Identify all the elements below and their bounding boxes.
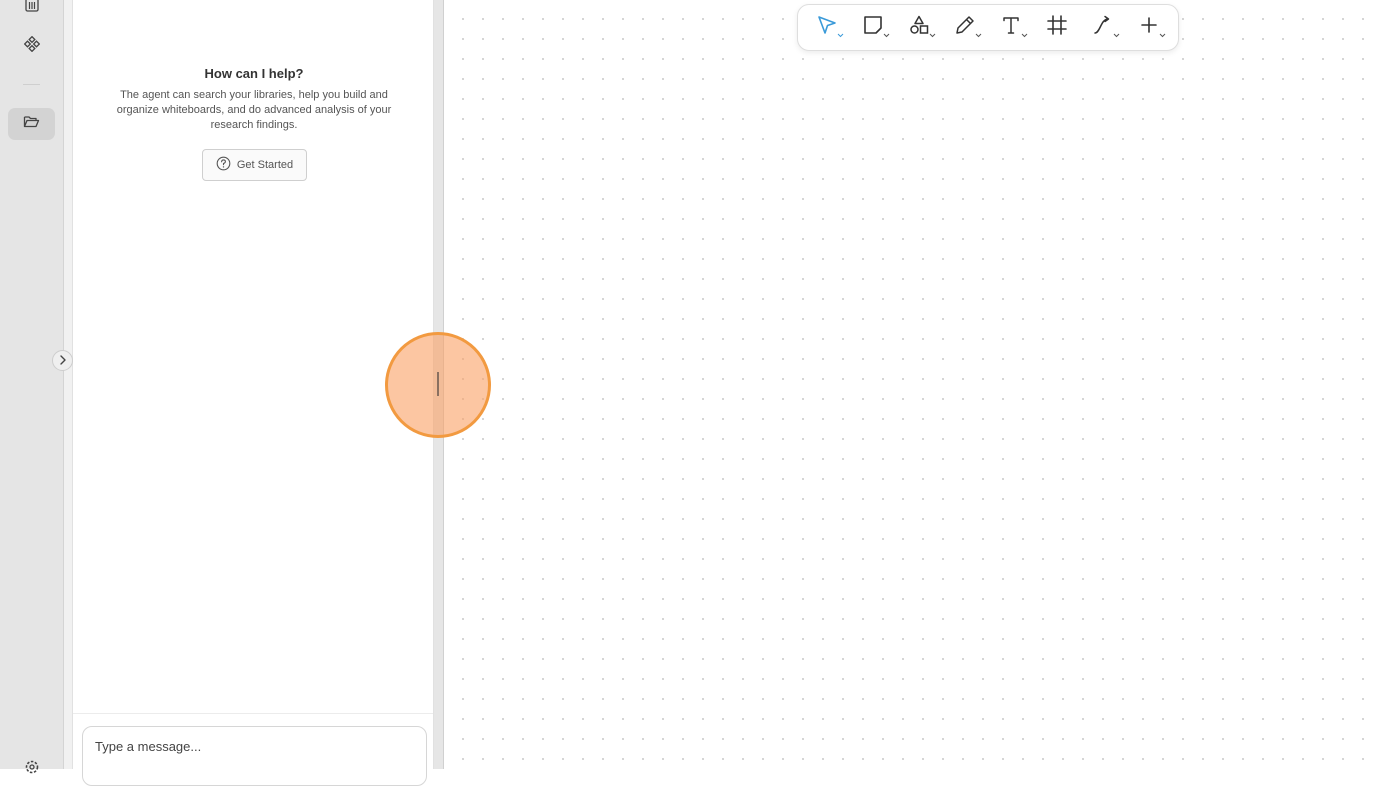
help-title: How can I help?: [204, 66, 304, 81]
get-started-label: Get Started: [236, 159, 294, 171]
help-description: The agent can search your libraries, hel…: [116, 89, 392, 131]
cursor-arrow-icon: [816, 14, 838, 41]
frame-hash-icon: [1046, 14, 1068, 41]
agent-panel: How can I help? The agent can search you…: [72, 0, 434, 786]
message-input[interactable]: [95, 739, 415, 754]
canvas-toolbar: [797, 4, 1179, 51]
text-tool[interactable]: [991, 10, 1031, 46]
shapes-tool[interactable]: [899, 10, 939, 46]
connector-icon: [1092, 14, 1114, 41]
rail-item-folder[interactable]: [8, 108, 55, 140]
add-tool[interactable]: [1129, 10, 1169, 46]
chevron-down-icon: [1113, 33, 1120, 37]
chevron-down-icon: [975, 33, 982, 37]
composer-divider: [73, 713, 433, 714]
resize-cursor-icon: [437, 372, 439, 396]
expand-panel-button[interactable]: [52, 350, 73, 371]
chevron-down-icon: [1159, 33, 1166, 37]
plus-icon: [1138, 14, 1160, 41]
rail-divider: [23, 84, 40, 85]
library-icon[interactable]: [22, 0, 42, 15]
help-circle-icon: [216, 156, 231, 174]
select-tool[interactable]: [807, 10, 847, 46]
chevron-down-icon: [1021, 33, 1028, 37]
left-rail: [0, 0, 64, 774]
whiteboard-canvas[interactable]: [444, 0, 1376, 769]
chevron-down-icon: [883, 33, 890, 37]
get-started-button[interactable]: Get Started: [202, 149, 307, 181]
pencil-icon: [954, 14, 976, 41]
chevron-right-icon: [59, 352, 67, 370]
panel-gutter: [64, 0, 72, 769]
folder-open-icon: [23, 114, 40, 134]
chevron-down-icon: [929, 33, 936, 37]
settings-icon[interactable]: [22, 757, 42, 777]
chevron-down-icon: [837, 33, 844, 37]
components-icon[interactable]: [22, 34, 42, 54]
message-composer: [82, 726, 427, 786]
sticky-note-icon: [862, 14, 884, 41]
text-icon: [1000, 14, 1022, 41]
pen-tool[interactable]: [945, 10, 985, 46]
frame-tool[interactable]: [1037, 10, 1077, 46]
connector-tool[interactable]: [1083, 10, 1123, 46]
shapes-icon: [908, 14, 930, 41]
note-tool[interactable]: [853, 10, 893, 46]
